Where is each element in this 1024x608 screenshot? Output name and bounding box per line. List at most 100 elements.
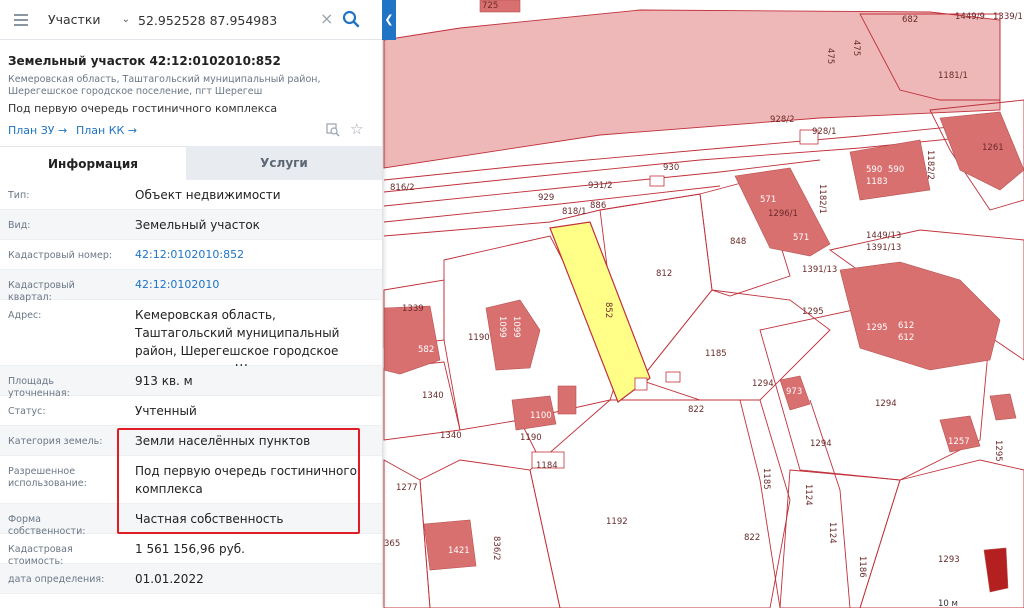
attr-row-permitted-use: Разрешенное использование: Под первую оч… — [0, 456, 382, 504]
attr-row-area: Площадь уточненная: 913 кв. м — [0, 366, 382, 399]
map-parcel-label: 1257 — [948, 437, 970, 447]
attr-value: Земельный участок — [135, 218, 260, 232]
map-parcel-label: 1185 — [705, 349, 727, 359]
tab-services[interactable]: Услуги — [186, 146, 382, 180]
attr-value: 913 кв. м — [135, 374, 193, 388]
map-parcel-label: 1124 — [803, 484, 813, 506]
collapse-panel-button[interactable]: ❮ — [382, 0, 396, 40]
map-parcel-label: 1391/13 — [866, 243, 901, 253]
map-parcel-label: 1339/1 — [993, 12, 1023, 22]
menu-icon[interactable] — [14, 14, 28, 26]
map-parcel-label: 928/1 — [812, 127, 837, 137]
attr-row-valuation-date: дата определения: 01.01.2022 — [0, 564, 382, 594]
plan-zu-link[interactable]: План ЗУ → — [8, 124, 67, 137]
layer-select[interactable]: Участки ⌄ — [48, 9, 132, 31]
map-parcel-label: 1181/1 — [938, 71, 968, 81]
find-on-map-icon[interactable] — [326, 123, 340, 137]
map-parcel-label: 1339 — [402, 304, 424, 314]
chevron-down-icon: ⌄ — [121, 14, 130, 25]
map-parcel-label: 725 — [482, 1, 498, 11]
map-parcel-label: 1261 — [982, 143, 1004, 153]
map-parcel-label: 816/2 — [390, 183, 415, 193]
map-parcel-label: 812 — [656, 269, 672, 279]
attr-label: Кадастровый номер: — [8, 250, 113, 261]
attr-row-cadastral-number: Кадастровый номер: 42:12:0102010:852 — [0, 240, 382, 270]
map-parcel-label: 582 — [418, 345, 434, 355]
attr-value: Частная собственность — [135, 512, 284, 526]
map-parcel-label: 1449/13 — [866, 231, 901, 241]
map-parcel-label: 818/1 — [562, 207, 587, 217]
attr-row-status: Статус: Учтенный — [0, 396, 382, 426]
search-input[interactable] — [138, 8, 316, 32]
map-parcel-label: 931/2 — [588, 181, 613, 191]
attr-label: Разрешенное использование: — [8, 466, 87, 489]
map-parcel-label: 822 — [744, 533, 760, 543]
map-parcel-label: 475 — [825, 48, 835, 64]
map-parcel-label: 1099 — [511, 316, 521, 338]
search-icon[interactable] — [342, 10, 360, 28]
object-purpose: Под первую очередь гостиничного комплекс… — [8, 102, 278, 115]
map-parcel-label: 1340 — [422, 391, 444, 401]
attr-value: Земли населённых пунктов — [135, 434, 311, 448]
tab-bar: Информация Услуги — [0, 146, 382, 180]
attr-label: Тип: — [8, 190, 30, 201]
map-parcel-label: 1192 — [606, 517, 628, 527]
attr-value: Объект недвижимости — [135, 188, 281, 202]
map-parcel-label: 930 — [663, 163, 679, 173]
favorite-star-icon[interactable]: ☆ — [350, 121, 363, 137]
attr-label: дата определения: — [8, 574, 105, 585]
map-parcel-label: 929 — [538, 193, 554, 203]
attr-row-land-category: Категория земель: Земли населённых пункт… — [0, 426, 382, 456]
map-parcel-label: 1190 — [468, 333, 490, 343]
attr-value: Под первую очередь гостиничного комплекс… — [135, 464, 358, 496]
clear-icon[interactable]: × — [320, 10, 333, 28]
attr-row-type: Тип: Объект недвижимости — [0, 180, 382, 210]
map-parcel-label: 1182/2 — [925, 150, 935, 180]
map-parcel-label: 1295 — [866, 323, 888, 333]
tab-information[interactable]: Информация — [0, 146, 186, 180]
map-parcel-label: 836/2 — [491, 536, 501, 561]
map-parcel-label: 1293 — [938, 555, 960, 565]
map-parcel-label: 1186 — [857, 556, 867, 578]
map-parcel-label: 852 — [603, 302, 613, 318]
map-parcel-label: 10 м — [938, 599, 958, 608]
map-parcel-label: 1185 — [761, 468, 771, 490]
map-parcel-label: 1296/1 — [768, 209, 798, 219]
map-parcel-label: 848 — [730, 237, 746, 247]
map-parcel-label: 1100 — [530, 411, 552, 421]
map-parcel-label: 1183 — [866, 177, 888, 187]
attr-row-kind: Вид: Земельный участок — [0, 210, 382, 240]
plan-kk-link[interactable]: План КК → — [76, 124, 137, 137]
map-parcel-label: 1295 — [802, 307, 824, 317]
map-parcel-label: 1182/1 — [817, 184, 827, 214]
attr-value: 01.01.2022 — [135, 572, 204, 586]
map-parcel-label: 1449/9 — [955, 12, 985, 22]
map-parcel-label: 928/2 — [770, 115, 795, 125]
map-parcel-label: 571 — [793, 233, 809, 243]
map-parcel-label: 1421 — [448, 546, 470, 556]
attr-row-cadastral-value: Кадастровая стоимость: 1 561 156,96 руб. — [0, 534, 382, 567]
map-parcel-label: 1294 — [752, 379, 774, 389]
attr-row-cadastral-quarter: Кадастровый квартал: 42:12:0102010 — [0, 270, 382, 303]
map-parcel-label: 822 — [688, 405, 704, 415]
map-parcel-label: 1391/13 — [802, 265, 837, 275]
attr-value: Учтенный — [135, 404, 197, 418]
attr-label: Вид: — [8, 220, 31, 231]
object-address: Кемеровская область, Таштагольский муниц… — [8, 74, 321, 97]
map-parcel-label: 365 — [384, 539, 400, 549]
info-panel: Участки ⌄ × Земельный участок 42:12:0102… — [0, 0, 382, 608]
cadastral-number-link[interactable]: 42:12:0102010:852 — [135, 246, 375, 264]
map-parcel-label: 1190 — [520, 433, 542, 443]
map-parcel-label: 590 — [888, 165, 904, 175]
cadastral-quarter-link[interactable]: 42:12:0102010 — [135, 276, 375, 294]
map-parcel-label: 1124 — [827, 522, 837, 544]
attr-value: 1 561 156,96 руб. — [135, 542, 245, 556]
map-parcel-label: 475 — [851, 40, 861, 56]
attr-row-address: Адрес: Кемеровская область, Таштагольски… — [0, 300, 382, 376]
layer-select-value: Участки — [48, 12, 101, 27]
map-parcel-label: 682 — [902, 15, 918, 25]
attr-label: Адрес: — [8, 310, 42, 321]
attr-label: Статус: — [8, 406, 46, 417]
map-parcel-label: 1294 — [810, 439, 832, 449]
map-parcel-label: 1099 — [497, 316, 507, 338]
